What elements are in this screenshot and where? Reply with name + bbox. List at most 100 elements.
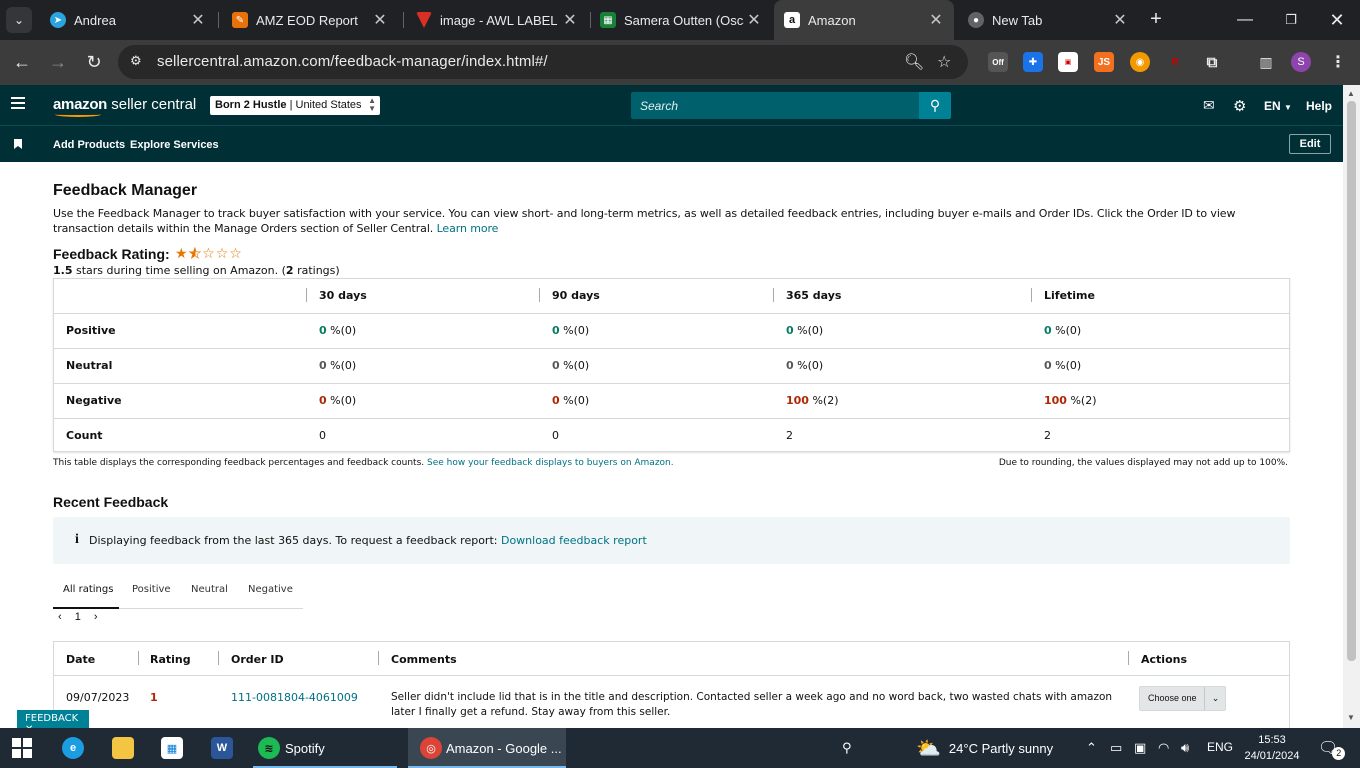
close-icon[interactable]: ✕ [926,10,946,30]
side-panel-icon[interactable]: ▥ [1256,52,1276,72]
seller-central-logo[interactable]: amazon seller central [53,96,196,117]
word-app[interactable]: W [211,728,233,768]
chevron-down-icon[interactable]: ⌄ [1204,687,1226,710]
input-language[interactable]: ENG [1207,740,1233,754]
close-icon[interactable]: ✕ [560,10,580,30]
explorer-app[interactable] [112,728,134,768]
rounding-note: Due to rounding, the values displayed ma… [998,458,1288,468]
order-id-link[interactable]: 111-0081804-4061009 [231,691,358,704]
browser-tab[interactable]: ● New Tab ✕ [958,0,1138,40]
close-icon[interactable]: ✕ [1110,10,1130,30]
new-tab-button[interactable]: + [1144,8,1168,32]
chevron-up-icon[interactable]: ⌃ [1086,740,1097,756]
store-selector[interactable]: Born 2 Hustle | United States ▲ ▼ [210,96,380,115]
site-info-icon[interactable]: ⚙ [130,53,148,71]
wifi-icon[interactable]: ◠ [1158,740,1169,756]
browser-tab[interactable]: ▦ Samera Outten (Osca ✕ [590,0,772,40]
notification-center[interactable]: 🗨︎ 2 [1318,728,1346,768]
table-note-text: This table displays the corresponding fe… [53,458,425,468]
browser-tab[interactable]: image - AWL LABEL ✕ [406,0,588,40]
gear-icon[interactable]: ⚙ [1233,97,1246,115]
close-icon[interactable]: ✕ [744,10,764,30]
add-products-link[interactable]: Add Products [53,139,125,151]
page-number[interactable]: 1 [75,611,81,623]
close-icon[interactable]: ✕ [370,10,390,30]
forward-button[interactable]: → [44,48,72,76]
store-app[interactable]: ▦ [161,728,183,768]
scroll-down-icon[interactable]: ▼ [1347,713,1355,722]
scrollbar-thumb[interactable] [1347,101,1356,661]
rating-suffix: stars during time selling on Amazon. ( [72,264,286,277]
start-button[interactable] [12,728,32,768]
feedback-button[interactable]: FEEDBACK ✕ [17,710,89,735]
column-header: Order ID [231,653,284,666]
restore-button[interactable]: ❐ [1268,0,1314,40]
tab-neutral[interactable]: Neutral [191,584,228,595]
search-button[interactable]: ⚲ [919,92,951,119]
buyer-display-link[interactable]: See how your feedback displays to buyers… [427,458,674,468]
url-text[interactable]: sellercentral.amazon.com/feedback-manage… [157,53,548,70]
tab-search-button[interactable]: ⌄ [6,7,32,33]
chrome-icon: ● [968,12,984,28]
extension-puzzle-blue-icon[interactable]: ✚ [1023,52,1043,72]
taskbar-clock[interactable]: 15:53 24/01/2024 [1238,732,1306,764]
language-selector[interactable]: EN ▼ [1264,99,1292,113]
edit-button[interactable]: Edit [1289,134,1331,154]
back-button[interactable]: ← [8,48,36,76]
battery-icon[interactable]: ▭ [1110,740,1122,756]
label-icon [416,12,432,28]
people-icon[interactable]: ⚲ [842,740,852,756]
extension-label: JS [1097,56,1111,68]
extension-label: Off [992,57,1004,67]
browser-tab[interactable]: ✎ AMZ EOD Report ✕ [222,0,398,40]
close-window-button[interactable]: ✕ [1314,0,1360,40]
browser-tab-active[interactable]: a Amazon ✕ [774,0,954,40]
tab-positive[interactable]: Positive [132,584,171,595]
extensions-puzzle-icon[interactable]: ⧉ [1202,52,1222,72]
bookmark-icon[interactable] [14,139,22,149]
meet-icon[interactable]: ▣ [1134,740,1146,756]
tab-negative[interactable]: Negative [248,584,293,595]
extension-image-icon[interactable]: ▣ [1058,52,1078,72]
tab-all-ratings[interactable]: All ratings [63,584,113,595]
hamburger-menu-icon[interactable] [11,97,25,109]
reload-button[interactable]: ↻ [80,48,108,76]
table-row: Count 0 0 2 2 [54,419,1289,454]
page-scrollbar[interactable]: ▲ ▼ [1343,85,1360,728]
spotify-app[interactable]: ≋ Spotify [258,728,325,768]
tab-title: Samera Outten (Osca [624,12,744,28]
amazon-smile-icon [55,112,101,117]
action-dropdown[interactable]: Choose one ⌄ [1139,686,1226,711]
extension-r-icon[interactable]: R [1165,52,1185,72]
close-icon[interactable]: ✕ [188,10,208,30]
explore-services-link[interactable]: Explore Services [130,139,219,151]
browser-tab[interactable]: ➤ Andrea ✕ [40,0,216,40]
metric-detail: %(2) [1066,394,1097,407]
bookmark-star-icon[interactable]: ☆ [937,52,951,72]
rating-filter-tabs: All ratings Positive Neutral Negative [53,576,303,609]
extension-circle-icon[interactable]: ◉ [1130,52,1150,72]
chrome-menu-icon[interactable]: ⋮ [1328,52,1348,72]
volume-icon[interactable]: 🔊︎ [1181,740,1189,756]
column-header: 90 days [552,289,600,302]
learn-more-link[interactable]: Learn more [437,222,499,235]
extension-js-icon[interactable]: JS [1094,52,1114,72]
edge-app[interactable]: e [62,728,84,768]
chevron-right-icon[interactable]: › [94,611,98,623]
download-report-link[interactable]: Download feedback report [501,534,647,547]
extension-off-icon[interactable]: Off [988,52,1008,72]
address-bar[interactable]: ⚙ sellercentral.amazon.com/feedback-mana… [118,45,968,79]
scroll-up-icon[interactable]: ▲ [1347,89,1355,98]
feedback-comment: later I finally get a refund. Stay away … [391,706,671,718]
profile-avatar[interactable]: S [1291,52,1311,72]
intro-body: Use the Feedback Manager to track buyer … [53,207,1236,235]
minimize-button[interactable]: — [1222,0,1268,40]
column-header: Date [66,653,96,666]
weather-widget[interactable]: ⛅ 24°C Partly sunny [916,728,1053,768]
chrome-app[interactable]: ◎ Amazon - Google ... [408,728,566,768]
chevron-left-icon[interactable]: ‹ [58,611,62,623]
zoom-icon[interactable]: 🔍︎ [904,52,924,72]
search-input[interactable]: Search [631,92,919,119]
help-link[interactable]: Help [1306,99,1332,113]
mail-icon[interactable]: ✉ [1203,97,1215,114]
